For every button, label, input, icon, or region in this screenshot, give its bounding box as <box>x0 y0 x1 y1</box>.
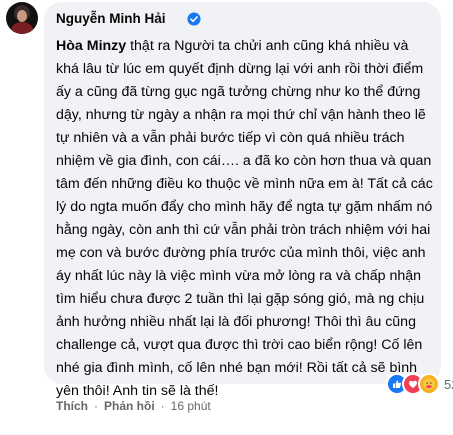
separator-dot: · <box>160 399 165 413</box>
comment-bubble: Nguyễn Minh Hải Hòa Minzy thật ra Người … <box>44 2 441 399</box>
reaction-summary[interactable]: 52 <box>386 372 453 396</box>
like-button[interactable]: Thích <box>56 399 88 413</box>
avatar-body-shape <box>11 22 33 34</box>
mention-tag[interactable]: Hòa Minzy <box>56 38 126 54</box>
comment-body: Hòa Minzy thật ra Người ta chửi anh cũng… <box>56 35 434 403</box>
comment-timestamp[interactable]: 16 phút <box>171 399 211 413</box>
comment-actions: Thích · Phản hồi · 16 phút <box>56 399 211 413</box>
comment-body-text: thật ra Người ta chửi anh cũng khá nhiều… <box>56 38 437 399</box>
author-avatar[interactable] <box>6 2 38 34</box>
separator-dot: · <box>94 399 98 413</box>
verified-badge-icon <box>187 12 201 26</box>
avatar-face-shape <box>17 10 27 22</box>
comment-author-name[interactable]: Nguyễn Minh Hải <box>56 11 166 26</box>
reply-button[interactable]: Phản hồi <box>104 399 155 413</box>
care-icon <box>418 373 440 395</box>
reaction-count: 52 <box>444 376 453 392</box>
